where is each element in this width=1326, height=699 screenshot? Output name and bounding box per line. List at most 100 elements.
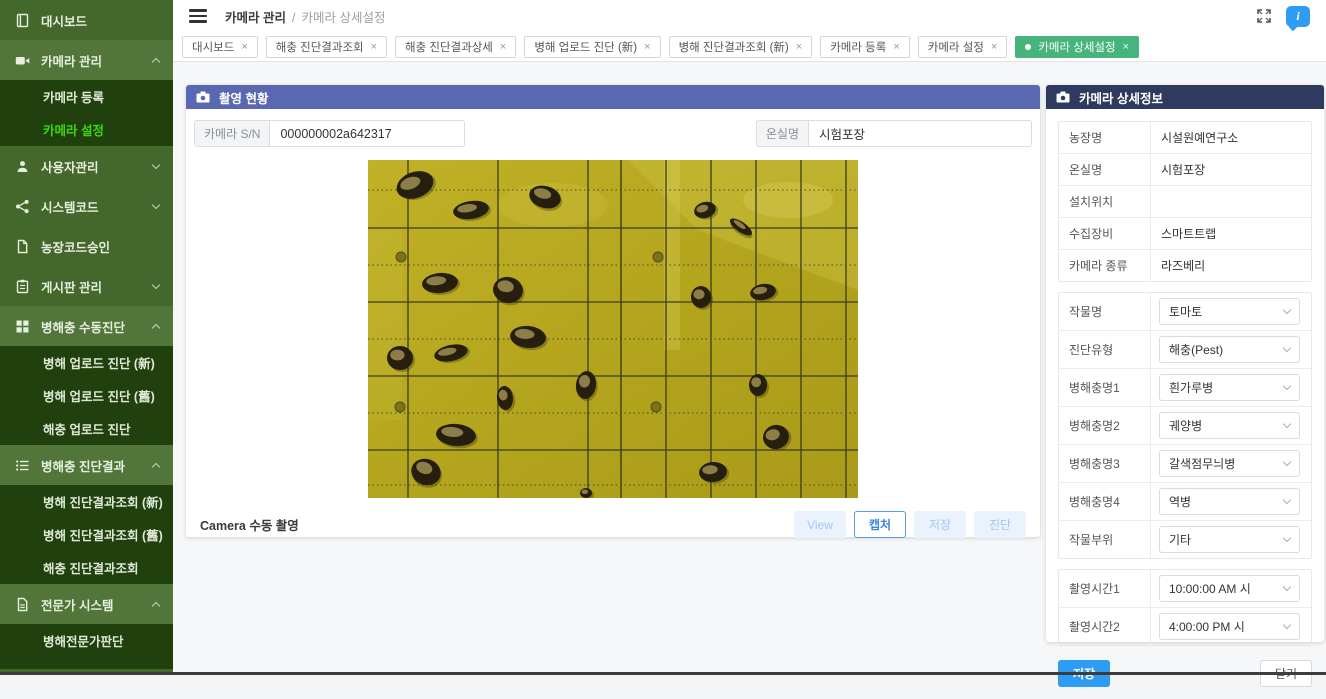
sidebar-item-camera-settings[interactable]: 카메라 설정 bbox=[0, 113, 173, 146]
chevron-down-icon bbox=[1283, 621, 1291, 629]
tab-camera-settings[interactable]: 카메라 설정× bbox=[918, 36, 1008, 58]
breadcrumb: 카메라 관리/카메라 상세설정 bbox=[225, 7, 385, 26]
chevron-down-icon bbox=[1283, 420, 1291, 428]
capture-status-panel: 촬영 현황 카메라 S/N 온실명 bbox=[186, 85, 1040, 537]
sidebar-item-label: 전문가 시스템 bbox=[41, 595, 113, 614]
sidebar-item-manual-diagnosis[interactable]: 병해충 수동진단 bbox=[0, 306, 173, 346]
sidebar-item-label: 병해충 수동진단 bbox=[41, 317, 125, 336]
pest-name3-select[interactable]: 갈색점무늬병 bbox=[1159, 450, 1300, 477]
close-icon[interactable]: × bbox=[500, 41, 506, 53]
view-button[interactable]: View bbox=[794, 511, 846, 538]
tab-camera-register[interactable]: 카메라 등록× bbox=[820, 36, 910, 58]
capture-time2-select[interactable]: 4:00:00 PM 시 bbox=[1159, 613, 1300, 640]
close-icon[interactable]: × bbox=[796, 41, 802, 53]
table-row: 카메라 종류라즈베리 bbox=[1059, 250, 1311, 281]
greenhouse-input[interactable] bbox=[808, 120, 1032, 147]
sidebar-item-disease-upload-new[interactable]: 병해 업로드 진단 (新) bbox=[0, 346, 173, 379]
hamburger-menu-icon[interactable] bbox=[189, 9, 207, 23]
fullscreen-icon[interactable] bbox=[1256, 8, 1272, 24]
document-icon bbox=[14, 238, 30, 254]
sidebar-item-camera-register[interactable]: 카메라 등록 bbox=[0, 80, 173, 113]
chevron-down-icon bbox=[1283, 344, 1291, 352]
close-icon[interactable]: × bbox=[1123, 41, 1129, 53]
camera-sn-label: 카메라 S/N bbox=[194, 120, 269, 147]
farm-name-value: 시설원예연구소 bbox=[1151, 122, 1311, 153]
sidebar-item-label: 게시판 관리 bbox=[41, 277, 102, 296]
camera-sn-group: 카메라 S/N bbox=[194, 120, 465, 147]
crop-select[interactable]: 토마토 bbox=[1159, 298, 1300, 325]
tab-disease-results-new[interactable]: 병해 진단결과조회 (新)× bbox=[669, 36, 813, 58]
close-icon[interactable]: × bbox=[644, 41, 650, 53]
diagnosis-type-select[interactable]: 해충(Pest) bbox=[1159, 336, 1300, 363]
sidebar-item-disease-expert-judgment[interactable]: 병해전문가판단 bbox=[0, 624, 173, 657]
table-row: 농장명시설원예연구소 bbox=[1059, 122, 1311, 154]
chevron-up-icon bbox=[152, 601, 160, 609]
camera-sn-input[interactable] bbox=[269, 120, 465, 147]
chevron-down-icon bbox=[152, 160, 160, 168]
sidebar-item-expert-system[interactable]: 전문가 시스템 bbox=[0, 584, 173, 624]
table-row: 병해충명4역병 bbox=[1059, 483, 1311, 521]
table-row: 설치위치 bbox=[1059, 186, 1311, 218]
chevron-up-icon bbox=[152, 462, 160, 470]
sidebar-submenu-results: 병해 진단결과조회 (新) 병해 진단결과조회 (舊) 해충 진단결과조회 bbox=[0, 485, 173, 584]
close-icon[interactable]: × bbox=[241, 41, 247, 53]
sidebar-item-disease-results-old[interactable]: 병해 진단결과조회 (舊) bbox=[0, 518, 173, 551]
save-capture-button[interactable]: 저장 bbox=[914, 511, 966, 538]
crop-part-select[interactable]: 기타 bbox=[1159, 526, 1300, 553]
sidebar-item-pest-results[interactable]: 해충 진단결과조회 bbox=[0, 551, 173, 584]
tab-disease-upload-new[interactable]: 병해 업로드 진단 (新)× bbox=[524, 36, 660, 58]
chat-info-icon[interactable]: i bbox=[1286, 6, 1310, 27]
trap-photo bbox=[368, 160, 858, 498]
sidebar-item-system-code[interactable]: 시스템코드 bbox=[0, 186, 173, 226]
diagnosis-settings-table: 작물명토마토 진단유형해충(Pest) 병해충명1흰가루병 병해충명2궤양병 병… bbox=[1058, 292, 1312, 559]
diagnose-button[interactable]: 진단 bbox=[974, 511, 1026, 538]
chevron-down-icon bbox=[1283, 306, 1291, 314]
sidebar-item-disease-results-new[interactable]: 병해 진단결과조회 (新) bbox=[0, 485, 173, 518]
top-bar: 카메라 관리/카메라 상세설정 i bbox=[173, 0, 1326, 32]
clipboard-icon bbox=[14, 278, 30, 294]
pest-name2-select[interactable]: 궤양병 bbox=[1159, 412, 1300, 439]
pest-name1-select[interactable]: 흰가루병 bbox=[1159, 374, 1300, 401]
sidebar-item-label: 대시보드 bbox=[41, 11, 87, 30]
close-icon[interactable]: × bbox=[991, 41, 997, 53]
tab-dashboard[interactable]: 대시보드× bbox=[182, 36, 258, 58]
greenhouse-group: 온실명 bbox=[756, 120, 1032, 147]
close-icon[interactable]: × bbox=[371, 41, 377, 53]
chevron-down-icon bbox=[1283, 534, 1291, 542]
capture-button[interactable]: 캡처 bbox=[854, 511, 906, 538]
capture-panel-title: 촬영 현황 bbox=[219, 88, 268, 107]
table-row: 촬영시간110:00:00 AM 시 bbox=[1059, 570, 1311, 608]
install-location-value bbox=[1151, 195, 1311, 209]
sidebar-item-label: 사용자관리 bbox=[41, 157, 99, 176]
sidebar-item-camera-mgmt[interactable]: 카메라 관리 bbox=[0, 40, 173, 80]
greenhouse-name-value: 시험포장 bbox=[1151, 154, 1311, 185]
sidebar: 대시보드 카메라 관리 카메라 등록 카메라 설정 사용자관리 시스템코드 농장… bbox=[0, 0, 173, 675]
sidebar-item-diagnosis-results[interactable]: 병해충 진단결과 bbox=[0, 445, 173, 485]
sidebar-item-farm-code-approval[interactable]: 농장코드승인 bbox=[0, 226, 173, 266]
sidebar-item-board-mgmt[interactable]: 게시판 관리 bbox=[0, 266, 173, 306]
sidebar-item-pest-upload[interactable]: 해충 업로드 진단 bbox=[0, 412, 173, 445]
breadcrumb-page: 카메라 상세설정 bbox=[301, 11, 385, 25]
sidebar-item-dashboard[interactable]: 대시보드 bbox=[0, 0, 173, 40]
tab-camera-detail-settings[interactable]: 카메라 상세설정× bbox=[1015, 36, 1139, 58]
sidebar-item-label: 농장코드승인 bbox=[41, 237, 110, 256]
breadcrumb-section[interactable]: 카메라 관리 bbox=[225, 11, 286, 25]
chevron-down-icon bbox=[152, 200, 160, 208]
collector-device-value: 스마트트랩 bbox=[1151, 218, 1311, 249]
pest-name4-select[interactable]: 역병 bbox=[1159, 488, 1300, 515]
tab-pest-results[interactable]: 해충 진단결과조회× bbox=[266, 36, 387, 58]
list-icon bbox=[14, 457, 30, 473]
table-row: 병해충명1흰가루병 bbox=[1059, 369, 1311, 407]
tab-pest-result-detail[interactable]: 해충 진단결과상세× bbox=[395, 36, 516, 58]
dashboard-icon bbox=[14, 12, 30, 28]
sidebar-submenu-expert: 병해전문가판단 bbox=[0, 624, 173, 669]
main-area: 카메라 관리/카메라 상세설정 i 대시보드× 해충 진단결과조회× 해충 진단… bbox=[173, 0, 1326, 675]
capture-panel-header: 촬영 현황 bbox=[186, 85, 1040, 109]
detail-panel-header: 카메라 상세정보 bbox=[1046, 85, 1324, 109]
close-icon[interactable]: × bbox=[893, 41, 899, 53]
sidebar-item-disease-upload-old[interactable]: 병해 업로드 진단 (舊) bbox=[0, 379, 173, 412]
file-icon bbox=[14, 596, 30, 612]
capture-time1-select[interactable]: 10:00:00 AM 시 bbox=[1159, 575, 1300, 602]
sidebar-item-user-mgmt[interactable]: 사용자관리 bbox=[0, 146, 173, 186]
capture-time-table: 촬영시간110:00:00 AM 시 촬영시간24:00:00 PM 시 bbox=[1058, 569, 1312, 646]
